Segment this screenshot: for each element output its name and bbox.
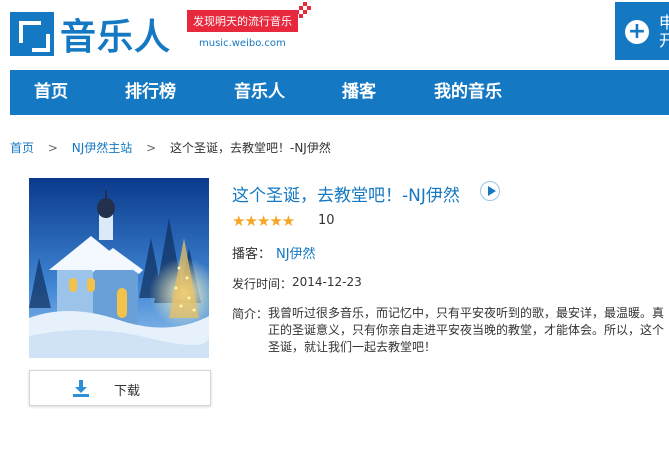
logo-mark-icon xyxy=(10,12,54,56)
nav-charts[interactable]: 排行榜 xyxy=(125,70,176,115)
description: 我曾听过很多音乐，而记忆中，只有平安夜听到的歌，最安详，最温暖。真正的圣诞意义，… xyxy=(268,306,665,354)
nav-my-music[interactable]: 我的音乐 xyxy=(434,70,502,115)
host-label: 播客： xyxy=(232,247,272,262)
download-icon xyxy=(73,380,89,397)
church-snow-image xyxy=(29,178,209,358)
download-label: 下载 xyxy=(114,384,141,399)
slogan: 发现明天的流行音乐 xyxy=(187,10,298,32)
album-title: 这个圣诞，去教堂吧！-NJ伊然 xyxy=(232,186,460,206)
breadcrumb: 首页 > NJ伊然主站 > 这个圣诞，去教堂吧！-NJ伊然 xyxy=(10,139,331,156)
release-date: 2014-12-23 xyxy=(292,275,362,289)
logo-text: 音乐人 xyxy=(60,17,172,58)
apply-button-label: 申 开 xyxy=(659,13,669,50)
breadcrumb-home[interactable]: 首页 xyxy=(10,141,34,155)
apply-button[interactable]: + 申 开 xyxy=(615,2,669,60)
breadcrumb-separator: > xyxy=(146,141,157,155)
breadcrumb-station[interactable]: NJ伊然主站 xyxy=(72,141,133,155)
album-cover xyxy=(29,178,209,358)
breadcrumb-current: 这个圣诞，去教堂吧！-NJ伊然 xyxy=(169,141,331,155)
rating-stars: ★★★★★ xyxy=(232,212,295,230)
release-date-label: 发行时间： xyxy=(232,277,293,291)
rating-value: 10 xyxy=(318,213,335,228)
site-logo[interactable]: 音乐人 xyxy=(10,8,171,60)
site-domain: music.weibo.com xyxy=(199,38,286,49)
nav-musicians[interactable]: 音乐人 xyxy=(234,70,285,115)
slogan-box: 发现明天的流行音乐 music.weibo.com xyxy=(187,10,302,49)
pixel-decoration-icon xyxy=(293,2,311,20)
nav-podcasts[interactable]: 播客 xyxy=(342,70,376,115)
breadcrumb-separator: > xyxy=(47,141,58,155)
plus-icon: + xyxy=(625,20,649,44)
play-icon[interactable] xyxy=(480,181,500,201)
description-label: 简介： xyxy=(232,307,269,321)
main-nav: 首页 排行榜 音乐人 播客 我的音乐 xyxy=(10,70,669,115)
download-button[interactable]: 下载 xyxy=(29,370,211,406)
host-link[interactable]: NJ伊然 xyxy=(276,243,316,262)
nav-home[interactable]: 首页 xyxy=(34,70,68,115)
